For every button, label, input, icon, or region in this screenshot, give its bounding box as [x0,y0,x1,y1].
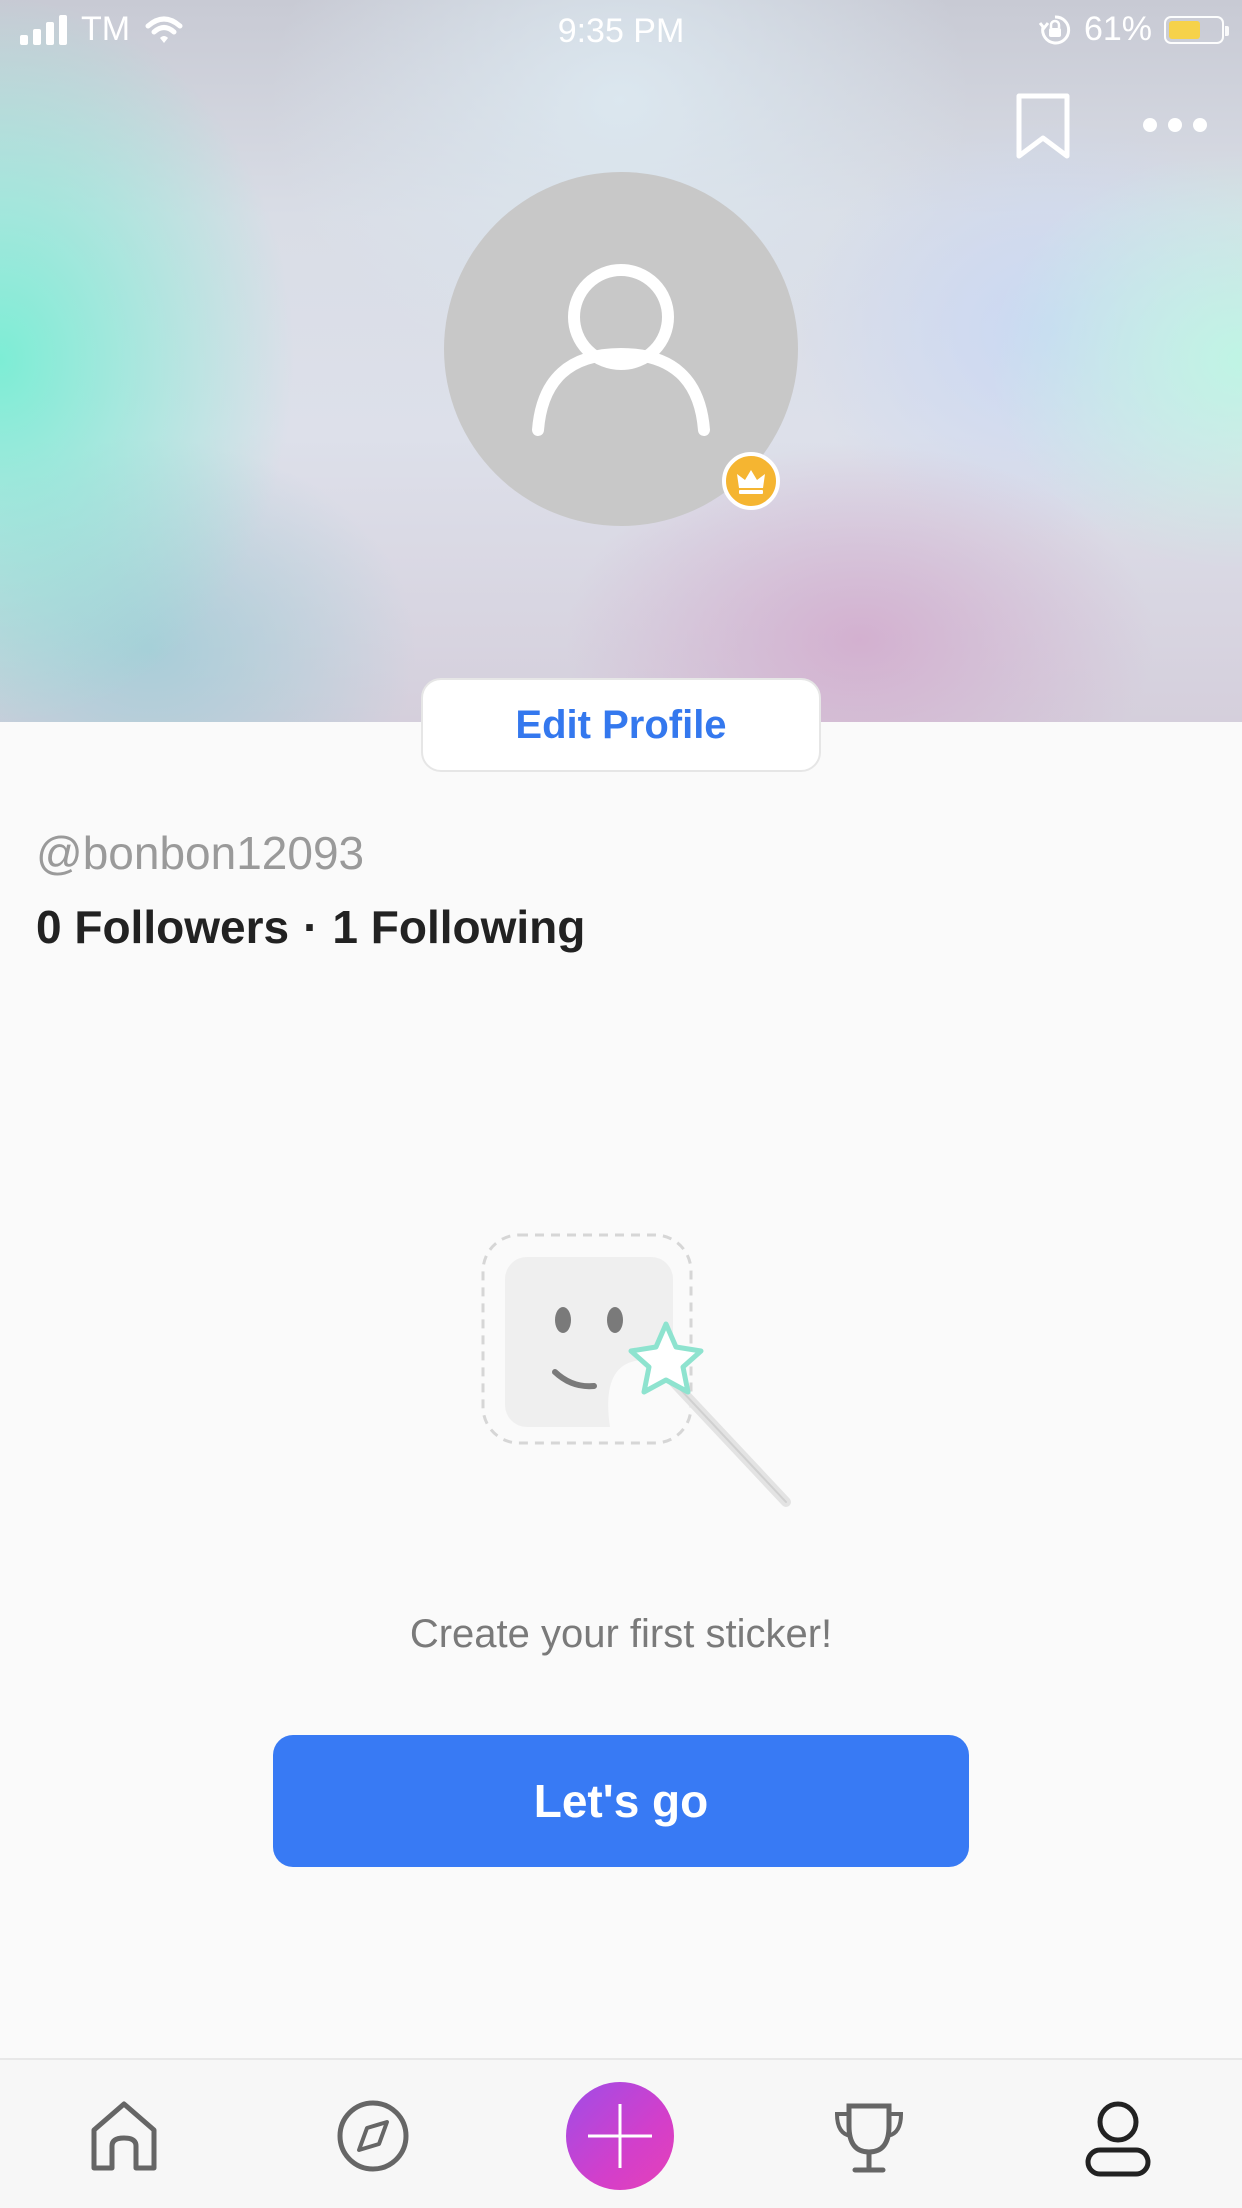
more-icon[interactable] [1140,100,1210,150]
tab-challenges[interactable] [809,2060,929,2208]
premium-badge [722,452,780,510]
crown-icon [737,470,765,494]
stats-separator: · [303,901,319,953]
battery-percent: 61% [1083,10,1152,48]
status-right: 61% [1038,10,1229,49]
profile-icon [1085,2101,1151,2177]
orientation-lock-icon [1038,14,1071,44]
empty-state-message: Create your first sticker! [409,1612,833,1656]
home-icon [91,2101,157,2171]
battery-icon [1164,15,1229,44]
tab-bar [0,2058,1242,2208]
follow-stats: 0 Followers · 1 Following [36,900,585,954]
compass-icon [337,2100,409,2172]
following-count[interactable]: 1 Following [332,900,585,954]
battery-fill [1169,20,1200,39]
trophy-icon [834,2103,904,2173]
username: @bonbon12093 [36,827,365,879]
tab-home[interactable] [64,2060,184,2208]
plus-icon [588,2104,652,2168]
sticker-magic-wand-icon [481,1233,791,1507]
lets-go-button[interactable]: Let's go [273,1735,969,1867]
followers-count[interactable]: 0 Followers [36,900,289,954]
tab-explore[interactable] [313,2060,433,2208]
status-bar: TM 9:35 PM 61% [0,0,1242,62]
create-button[interactable] [566,2082,674,2190]
profile-screen: TM 9:35 PM 61% Edit Profile @bonbon12093… [0,0,1242,2208]
bookmark-icon[interactable] [1013,92,1073,162]
edit-profile-button[interactable]: Edit Profile [421,678,821,772]
tab-profile[interactable] [1058,2060,1178,2208]
